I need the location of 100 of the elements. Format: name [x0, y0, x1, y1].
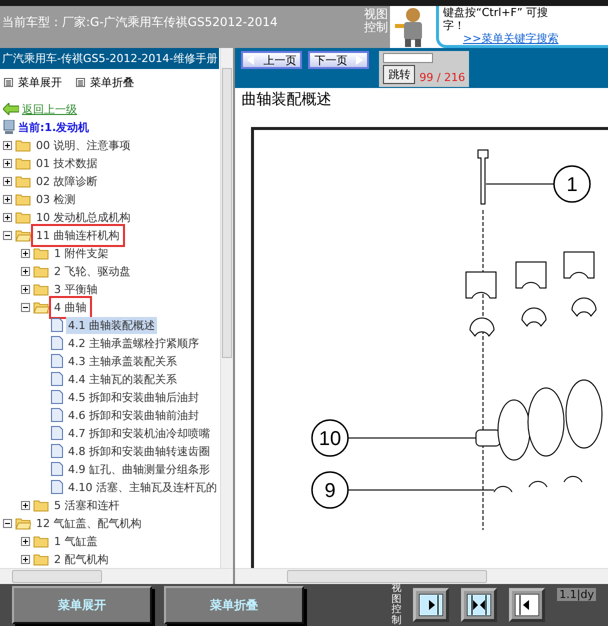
tree-item[interactable]: 4.10 活塞、主轴瓦及连杆瓦的 — [66, 478, 219, 496]
folder-icon — [15, 174, 31, 188]
list-icon — [76, 78, 85, 87]
tree-item[interactable]: 4.5 拆卸和安装曲轴后油封 — [66, 388, 201, 406]
expand-icon[interactable] — [3, 158, 12, 168]
page-input-field[interactable] — [383, 53, 434, 63]
left-arrow-icon — [515, 594, 540, 616]
manual-title: 广汽乘用车-传祺GS5-2012-2014-维修手册 — [0, 48, 220, 69]
expand-icon[interactable] — [21, 536, 30, 546]
tree-item[interactable]: 2 飞轮、驱动盘 — [52, 262, 132, 280]
folder-icon — [33, 552, 49, 566]
list-icon — [4, 78, 13, 87]
page-icon — [51, 336, 63, 350]
next-page-button[interactable]: 下一页 — [308, 51, 370, 69]
menu-button[interactable]: 菜单折叠 — [164, 586, 304, 624]
page-counter: 99 / 216 — [419, 71, 466, 84]
page-icon — [51, 390, 63, 404]
menu-toggle[interactable]: 菜单折叠 — [76, 75, 134, 90]
current-section: 当前:1.发动机 — [18, 120, 90, 134]
computer-icon — [3, 120, 15, 134]
tree-item[interactable]: 4.6 拆卸和安装曲轴前油封 — [66, 406, 201, 424]
folder-icon — [15, 210, 31, 224]
callout-label: 1 — [554, 165, 592, 203]
view-control-label: 视图控制 — [391, 584, 402, 626]
inward-arrows-icon — [467, 594, 492, 616]
left-arrow-icon — [247, 55, 256, 65]
menu-toggle[interactable]: 菜单展开 — [4, 75, 62, 90]
tree-item[interactable]: 00 说明、注意事项 — [34, 136, 132, 154]
expand-icon[interactable] — [3, 140, 12, 150]
folder-icon — [33, 498, 49, 512]
expand-icon[interactable] — [21, 248, 30, 258]
page-icon — [51, 354, 63, 368]
menu-button[interactable]: 菜单展开 — [12, 586, 152, 624]
right-arrow-icon — [419, 594, 444, 616]
view-control-label: 视图控制 — [364, 6, 389, 36]
tree-item[interactable]: 4.9 缸孔、曲轴测量分组条形 — [66, 460, 212, 478]
right-arrow-icon — [355, 55, 364, 65]
folder-icon — [33, 282, 49, 296]
version-label: 1.1|dy — [557, 588, 596, 601]
tree-item[interactable]: 4 曲轴 — [52, 298, 88, 316]
tree-item[interactable]: 02 故障诊断 — [34, 172, 100, 190]
vertical-scrollbar[interactable] — [220, 48, 234, 568]
tree-item[interactable]: 03 检测 — [34, 190, 78, 208]
tree-item[interactable]: 1 气缸盖 — [52, 532, 100, 550]
tree-item[interactable]: 12 气缸盖、配气机构 — [34, 514, 144, 532]
tree-item[interactable]: 4.3 主轴承盖装配关系 — [66, 352, 179, 370]
horizontal-scrollbar[interactable] — [0, 568, 234, 584]
tree-item[interactable]: 5 活塞和连杆 — [52, 496, 122, 514]
collapse-icon[interactable] — [3, 230, 12, 240]
page-icon — [51, 444, 63, 458]
page-icon — [51, 462, 63, 476]
tree-item[interactable]: 4.2 主轴承盖螺栓拧紧顺序 — [66, 334, 201, 352]
tip-text: 字！ — [443, 19, 466, 32]
collapse-icon[interactable] — [3, 518, 12, 528]
view-mode-button[interactable] — [413, 588, 450, 622]
vehicle-title: 当前车型：厂家:G-广汽乘用车传祺GS52012-2014 — [1, 14, 279, 31]
page-icon — [51, 318, 63, 332]
tree-item[interactable]: 4.4 主轴瓦的装配关系 — [66, 370, 179, 388]
expand-icon[interactable] — [3, 176, 12, 186]
expand-icon[interactable] — [21, 284, 30, 294]
expand-icon[interactable] — [3, 194, 12, 204]
tree-item[interactable]: 3 平衡轴 — [52, 280, 100, 298]
page-icon — [51, 480, 63, 494]
tree-item[interactable]: 11 曲轴连杆机构 — [34, 226, 122, 244]
tree-item[interactable]: 4.7 拆卸和安装机油冷却喷嘴 — [66, 424, 212, 442]
bolt-drawing — [478, 150, 489, 204]
tree-item[interactable]: 2 配气机构 — [52, 550, 110, 568]
page-heading: 曲轴装配概述 — [241, 89, 332, 110]
search-link[interactable]: >>菜单关键字搜索 — [463, 32, 604, 46]
folder-icon — [33, 264, 49, 278]
view-mode-button[interactable] — [509, 588, 546, 622]
tree-item[interactable]: 4.8 拆卸和安装曲轴转速齿圈 — [66, 442, 212, 460]
folder-icon — [15, 138, 31, 152]
page-icon — [51, 426, 63, 440]
expand-icon[interactable] — [3, 212, 12, 222]
open-folder-icon — [15, 516, 31, 530]
tree-item[interactable]: 01 技术数据 — [34, 154, 100, 172]
folder-icon — [15, 192, 31, 206]
page-icon — [51, 372, 63, 386]
previous-page-button[interactable]: 上一页 — [241, 51, 302, 69]
collapse-icon[interactable] — [21, 302, 30, 312]
tree-item[interactable]: 10 发动机总成机构 — [34, 208, 132, 226]
back-link[interactable]: 返回上一级 — [22, 102, 77, 116]
tree-item[interactable]: 1 附件支架 — [52, 244, 110, 262]
expand-icon[interactable] — [21, 554, 30, 564]
open-folder-icon — [15, 228, 31, 242]
tree-item[interactable]: 4.1 曲轴装配概述 — [66, 316, 157, 334]
expand-icon[interactable] — [21, 266, 30, 276]
open-folder-icon — [33, 300, 49, 314]
view-mode-button[interactable] — [461, 588, 498, 622]
folder-icon — [33, 246, 49, 260]
expand-icon[interactable] — [21, 500, 30, 510]
folder-icon — [33, 534, 49, 548]
tip-text: 键盘按“Ctrl+F” 可搜 — [443, 6, 550, 20]
folder-icon — [15, 156, 31, 170]
horizontal-scrollbar[interactable] — [235, 568, 608, 584]
back-arrow-icon — [3, 103, 19, 115]
jump-button[interactable]: 跳转 — [383, 65, 416, 84]
callout-label: 9 — [312, 471, 350, 509]
page-icon — [51, 408, 63, 422]
